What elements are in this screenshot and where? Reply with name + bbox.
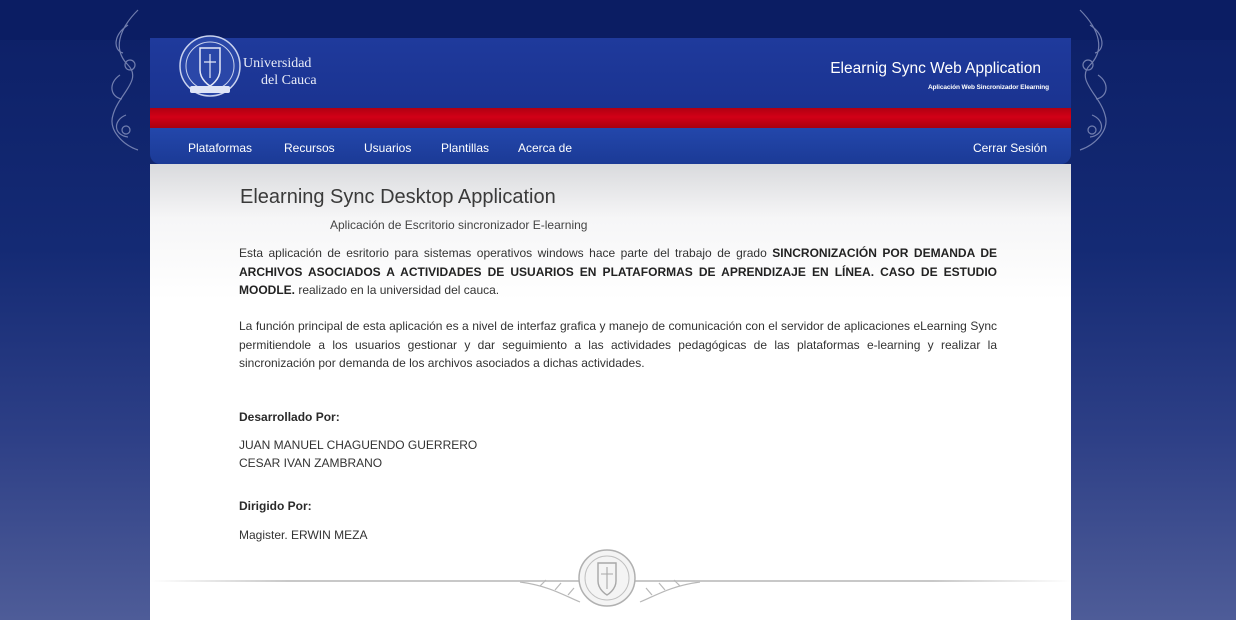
content-panel: Elearning Sync Desktop Application Aplic…	[150, 164, 1071, 620]
university-name[interactable]: Universidad del Cauca	[243, 55, 317, 89]
intro-text: Esta aplicación de esritorio para sistem…	[239, 246, 773, 260]
university-seal-icon[interactable]	[178, 32, 242, 100]
app-title: Elearnig Sync Web Application	[830, 60, 1041, 77]
page-title: Elearning Sync Desktop Application	[240, 186, 556, 208]
developer-name: JUAN MANUEL CHAGUENDO GUERRERO	[239, 438, 478, 452]
ornament-right-icon	[1079, 9, 1107, 151]
red-band	[150, 108, 1071, 128]
nav-plantillas[interactable]: Plantillas	[441, 141, 489, 155]
directed-by-label: Dirigido Por:	[239, 499, 312, 513]
function-paragraph: La función principal de esta aplicación …	[239, 319, 997, 370]
developed-by-label: Desarrollado Por:	[239, 410, 340, 424]
page-subtitle: Aplicación de Escritorio sincronizador E…	[330, 218, 588, 232]
main-nav: Plataformas Recursos Usuarios Plantillas…	[150, 128, 1071, 164]
app-subtitle: Aplicación Web Sincronizador Elearning	[927, 84, 1049, 91]
nav-acerca-de[interactable]: Acerca de	[518, 141, 572, 155]
nav-plataformas[interactable]: Plataformas	[188, 141, 252, 155]
intro-end: realizado en la universidad del cauca.	[295, 283, 500, 297]
intro-paragraph: Esta aplicación de esritorio para sistem…	[239, 244, 997, 300]
footer-seal-icon	[578, 549, 636, 607]
director-name: Magister. ERWIN MEZA	[239, 528, 368, 542]
nav-recursos[interactable]: Recursos	[284, 141, 335, 155]
ornament-left-icon	[111, 9, 139, 151]
developer-name: CESAR IVAN ZAMBRANO	[239, 456, 383, 470]
developers-list: JUAN MANUEL CHAGUENDO GUERRERO CESAR IVA…	[239, 436, 477, 472]
header-banner: Universidad del Cauca Elearnig Sync Web …	[150, 35, 1071, 111]
university-line2: del Cauca	[261, 73, 317, 88]
nav-usuarios[interactable]: Usuarios	[364, 141, 411, 155]
logout-link[interactable]: Cerrar Sesión	[973, 141, 1047, 155]
university-line1: Universidad	[243, 56, 312, 71]
